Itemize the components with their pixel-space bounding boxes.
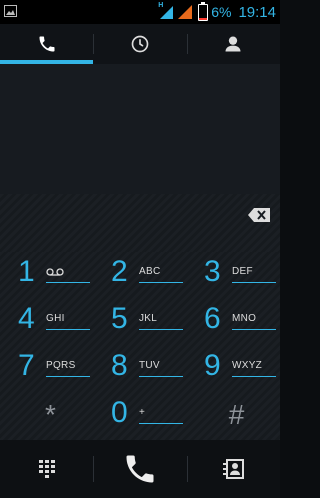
key-underline (139, 376, 183, 377)
key-underline (139, 423, 183, 424)
gallery-notification-icon (4, 5, 17, 17)
dial-key-5[interactable]: 5 JKL (97, 299, 190, 346)
dial-key-8[interactable]: 8 TUV (97, 346, 190, 393)
key-letters: GHI (46, 313, 65, 324)
battery-percent: 6% (211, 4, 232, 20)
key-digit: 2 (111, 255, 128, 288)
call-icon (126, 455, 154, 483)
key-digit: 7 (18, 349, 35, 382)
key-underline (46, 329, 90, 330)
key-letters: JKL (139, 313, 158, 324)
key-underline (46, 282, 90, 283)
key-underline (46, 376, 90, 377)
key-underline (139, 329, 183, 330)
dial-key-star[interactable]: * (4, 393, 97, 440)
dial-key-3[interactable]: 3 DEF (190, 252, 283, 299)
dial-key-4[interactable]: 4 GHI (4, 299, 97, 346)
key-digit: 3 (204, 255, 221, 288)
key-digit: 0 (111, 396, 128, 429)
key-letters: TUV (139, 360, 160, 371)
signal-h-icon: H (158, 2, 174, 20)
dial-key-6[interactable]: 6 MNO (190, 299, 283, 346)
key-underline (232, 282, 276, 283)
dialer-tabs (0, 24, 280, 64)
key-digit: 6 (204, 302, 221, 335)
key-digit: 4 (18, 302, 35, 335)
tab-call-log[interactable] (93, 24, 186, 64)
dialpad-icon (38, 460, 55, 478)
dial-key-9[interactable]: 9 WXYZ (190, 346, 283, 393)
key-underline (232, 329, 276, 330)
key-digit: 5 (111, 302, 128, 335)
key-digit: 1 (18, 255, 35, 288)
key-letters: MNO (232, 313, 257, 324)
key-underline (139, 282, 183, 283)
key-digit: 9 (204, 349, 221, 382)
dial-key-0[interactable]: 0 + (97, 393, 190, 440)
key-letters: WXYZ (232, 360, 263, 371)
dialer-action-bar (0, 440, 280, 498)
key-underline (232, 376, 276, 377)
dial-key-1[interactable]: 1 (4, 252, 97, 299)
key-letters: PQRS (46, 360, 76, 371)
dialer-display-area (0, 64, 280, 194)
add-contact-button[interactable] (186, 440, 280, 498)
dialpad-toggle-button[interactable] (0, 440, 93, 498)
key-letters: + (139, 407, 146, 418)
tab-phone[interactable] (0, 24, 94, 64)
clock-icon (131, 35, 149, 53)
voicemail-icon (46, 268, 64, 276)
network-type-label: H (158, 2, 164, 9)
key-symbol: # (228, 399, 245, 430)
key-letters: ABC (139, 266, 161, 277)
key-symbol: * (45, 399, 56, 430)
battery-icon (198, 1, 209, 21)
digits-field[interactable] (0, 194, 280, 252)
dial-key-7[interactable]: 7 PQRS (4, 346, 97, 393)
status-bar: H 6% 19:14 (0, 0, 280, 24)
signal-icon (177, 4, 193, 20)
dial-key-pound[interactable]: # (190, 393, 283, 440)
dial-key-2[interactable]: 2 ABC (97, 252, 190, 299)
key-digit: 8 (111, 349, 128, 382)
backspace-icon[interactable] (248, 208, 270, 222)
clock-time: 19:14 (238, 3, 276, 21)
key-letters: DEF (232, 266, 253, 277)
add-contact-icon (223, 459, 245, 479)
contact-icon (225, 36, 241, 52)
tab-contacts[interactable] (186, 24, 280, 64)
call-button[interactable] (93, 440, 186, 498)
dialpad: 1 2 ABC 3 DEF 4 GHI 5 JKL 6 MNO 7 PQRS 8… (0, 252, 280, 440)
phone-icon (39, 36, 55, 52)
